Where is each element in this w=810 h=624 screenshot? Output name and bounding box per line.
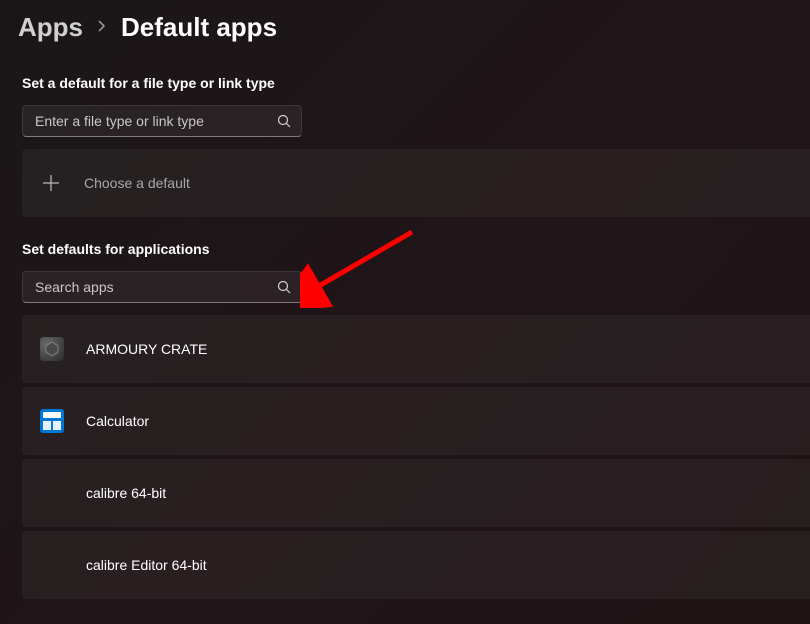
app-list: ARMOURY CRATE Calculator calibre 64-bit cal… — [0, 315, 810, 599]
apps-search-input[interactable] — [35, 279, 277, 295]
breadcrumb-apps-link[interactable]: Apps — [18, 12, 83, 43]
choose-default-label: Choose a default — [84, 175, 190, 191]
filetype-search-input[interactable] — [35, 113, 277, 129]
app-name-label: calibre Editor 64-bit — [86, 557, 207, 573]
app-icon — [40, 409, 64, 433]
filetype-section-label: Set a default for a file type or link ty… — [0, 51, 810, 101]
app-row[interactable]: calibre Editor 64-bit — [22, 531, 810, 599]
search-icon — [277, 114, 291, 128]
chevron-right-icon — [97, 19, 107, 37]
filetype-search-box[interactable] — [22, 105, 302, 137]
app-row[interactable]: Calculator — [22, 387, 810, 455]
app-icon — [40, 553, 64, 577]
app-icon — [40, 481, 64, 505]
app-row[interactable]: ARMOURY CRATE — [22, 315, 810, 383]
app-name-label: ARMOURY CRATE — [86, 341, 207, 357]
apps-search-box[interactable] — [22, 271, 302, 303]
app-icon — [40, 337, 64, 361]
breadcrumb: Apps Default apps — [0, 0, 810, 51]
app-name-label: Calculator — [86, 413, 149, 429]
choose-default-button[interactable]: Choose a default — [22, 149, 810, 217]
page-title: Default apps — [121, 12, 277, 43]
app-row[interactable]: calibre 64-bit — [22, 459, 810, 527]
app-name-label: calibre 64-bit — [86, 485, 166, 501]
search-icon — [277, 280, 291, 294]
plus-icon — [40, 172, 62, 194]
apps-section-label: Set defaults for applications — [0, 217, 810, 267]
